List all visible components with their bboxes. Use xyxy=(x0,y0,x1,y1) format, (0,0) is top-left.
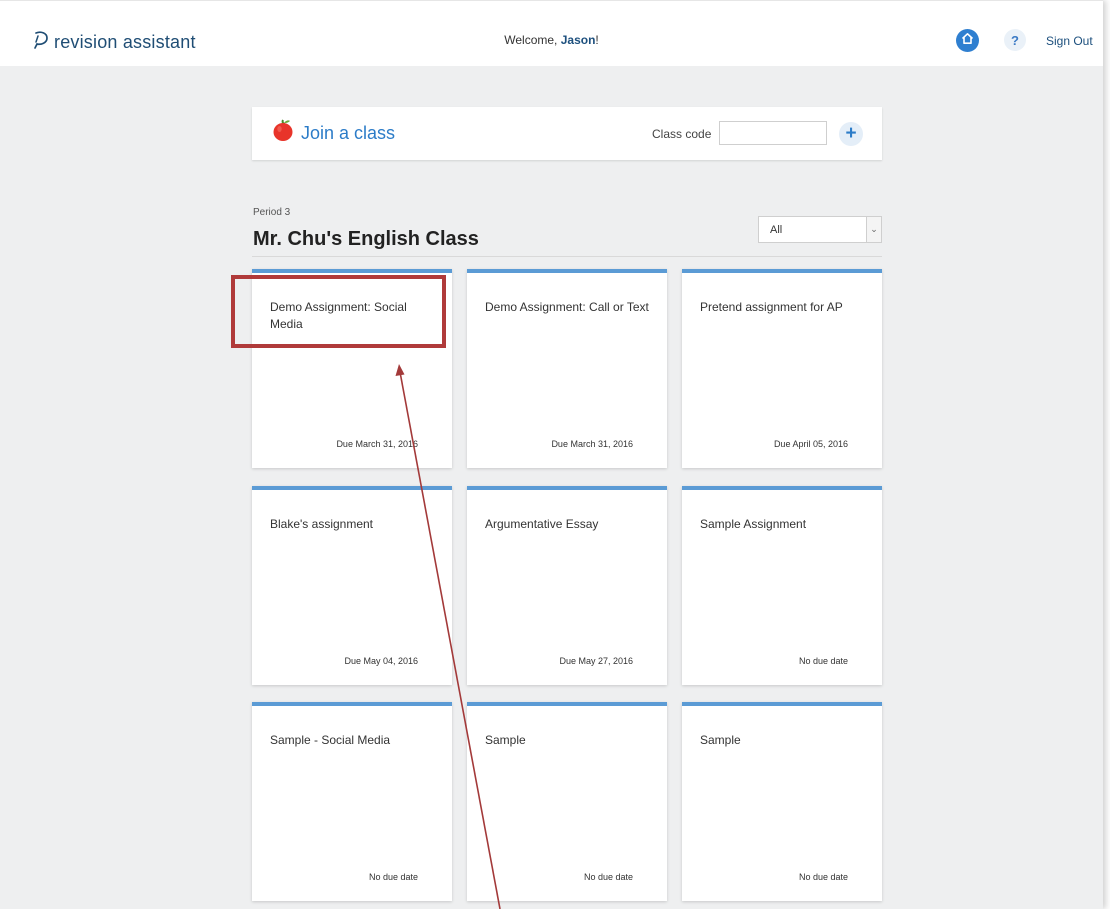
assignment-due-date: Due May 04, 2016 xyxy=(344,656,418,666)
assignment-title: Argumentative Essay xyxy=(485,517,599,531)
assignment-title: Sample xyxy=(700,733,741,747)
welcome-prefix: Welcome, xyxy=(504,33,561,47)
home-button[interactable] xyxy=(956,29,979,52)
assignment-due-date: Due May 27, 2016 xyxy=(559,656,633,666)
assignment-card[interactable]: Sample Assignment No due date xyxy=(682,486,882,685)
assignment-due-date: Due March 31, 2016 xyxy=(551,439,633,449)
top-bar: revision assistant Welcome, Jason! ? Sig… xyxy=(0,0,1103,66)
class-title: Mr. Chu's English Class xyxy=(253,228,479,250)
assignment-card[interactable]: Pretend assignment for AP Due April 05, … xyxy=(682,269,882,468)
assignment-due-date: No due date xyxy=(798,656,848,666)
assignment-due-date: Due April 05, 2016 xyxy=(773,439,848,449)
assignment-title: Blake's assignment xyxy=(270,517,374,531)
assignment-title: Sample Assignment xyxy=(700,517,807,531)
assignment-due-date: No due date xyxy=(798,872,848,882)
assignment-card[interactable]: Sample No due date xyxy=(682,702,882,901)
assignment-card[interactable]: Demo Assignment: Social Media Due March … xyxy=(252,269,452,468)
assignment-due-date: Due March 31, 2016 xyxy=(336,439,418,449)
filter-selected-value: All xyxy=(770,224,783,236)
app-window: revision assistant Welcome, Jason! ? Sig… xyxy=(0,0,1103,909)
assignment-due-date: No due date xyxy=(583,872,633,882)
assignment-card[interactable]: Sample No due date xyxy=(467,702,667,901)
home-icon xyxy=(961,32,974,50)
assignment-title: Sample - Social Media xyxy=(270,733,391,747)
welcome-message: Welcome, Jason! xyxy=(0,33,1103,47)
help-icon: ? xyxy=(1011,32,1019,48)
class-code-label: Class code xyxy=(652,127,712,141)
assignment-card[interactable]: Argumentative Essay Due May 27, 2016 xyxy=(467,486,667,685)
assignment-card[interactable]: Sample - Social Media No due date xyxy=(252,702,452,901)
chevron-down-icon: ⌄ xyxy=(866,217,881,242)
assignment-card[interactable]: Demo Assignment: Call or Text Due March … xyxy=(467,269,667,468)
class-code-input[interactable] xyxy=(719,121,827,145)
apple-icon xyxy=(270,117,296,148)
assignment-title: Demo Assignment: Social Media xyxy=(270,300,407,331)
add-class-button[interactable]: + xyxy=(839,122,863,146)
join-class-link[interactable]: Join a class xyxy=(301,123,395,144)
period-label: Period 3 xyxy=(253,207,291,218)
assignment-title: Pretend assignment for AP xyxy=(700,300,843,314)
assignment-due-date: No due date xyxy=(368,872,418,882)
assignment-card[interactable]: Blake's assignment Due May 04, 2016 xyxy=(252,486,452,685)
help-button[interactable]: ? xyxy=(1004,29,1026,51)
assignment-title: Demo Assignment: Call or Text xyxy=(485,300,649,314)
welcome-suffix: ! xyxy=(595,33,599,47)
join-class-card: Join a class Class code + xyxy=(252,107,882,160)
section-divider xyxy=(252,256,882,257)
assignment-title: Sample xyxy=(485,733,526,747)
assignment-filter-select[interactable]: All ⌄ xyxy=(758,216,882,243)
user-name: Jason xyxy=(560,33,596,47)
sign-out-link[interactable]: Sign Out xyxy=(1046,34,1093,48)
plus-icon: + xyxy=(845,123,857,144)
